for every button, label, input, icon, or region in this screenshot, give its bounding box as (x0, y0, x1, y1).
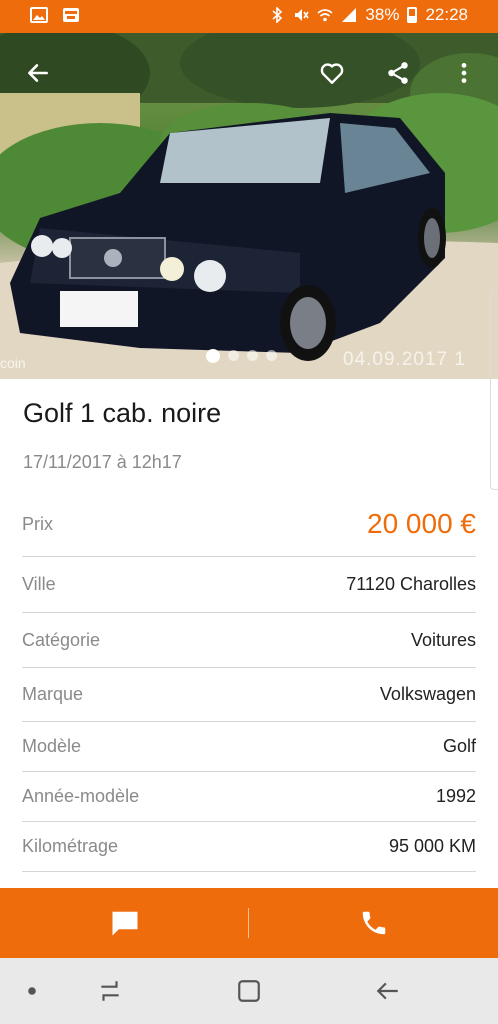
detail-row-brand: Marque Volkswagen (22, 668, 476, 722)
listing-details: Prix 20 000 € Ville 71120 Charolles Caté… (22, 492, 476, 872)
call-button[interactable] (249, 888, 498, 958)
pagination-dot[interactable] (266, 350, 277, 361)
detail-label: Prix (22, 513, 53, 534)
nav-back-button[interactable] (373, 976, 403, 1006)
status-bar: 38% 22:28 (0, 0, 498, 33)
mute-icon (295, 9, 310, 21)
photo-watermark: coin (0, 355, 26, 371)
message-button[interactable] (0, 888, 249, 958)
detail-row-year: Année-modèle 1992 (22, 772, 476, 822)
detail-label: Kilométrage (22, 836, 119, 856)
detail-row-model: Modèle Golf (22, 722, 476, 772)
listing-photo[interactable]: coin 04.09.2017 1 (0, 33, 498, 379)
recent-apps-icon (101, 981, 119, 1001)
detail-value: Volkswagen (379, 684, 476, 704)
scroll-indicator (490, 290, 498, 490)
image-icon (30, 7, 48, 23)
share-icon (388, 62, 408, 84)
home-icon (238, 980, 260, 1002)
listing-title: Golf 1 cab. noire (23, 398, 222, 428)
message-icon (112, 911, 137, 936)
home-button[interactable] (234, 976, 264, 1006)
detail-label: Modèle (22, 736, 82, 756)
pagination-dot[interactable] (247, 350, 258, 361)
photo-date-stamp: 04.09.2017 1 (343, 349, 466, 370)
phone-icon (362, 911, 385, 935)
signal-icon (342, 8, 357, 22)
detail-label: Année-modèle (22, 786, 140, 806)
nav-back-icon (376, 982, 398, 1000)
listing-date: 17/11/2017 à 12h17 (23, 452, 182, 472)
detail-label: Catégorie (22, 629, 101, 650)
status-left (30, 7, 80, 23)
favorite-button[interactable] (312, 53, 352, 93)
share-button[interactable] (378, 53, 418, 93)
detail-row-city: Ville 71120 Charolles (22, 557, 476, 613)
detail-row-price: Prix 20 000 € (22, 492, 476, 557)
nav-dot-icon (28, 987, 36, 995)
back-button[interactable] (18, 53, 58, 93)
photo-pagination[interactable] (206, 349, 277, 363)
detail-label: Marque (22, 684, 84, 704)
detail-value: 1992 (435, 786, 476, 806)
pagination-dot[interactable] (228, 350, 239, 361)
clock: 22:28 (425, 5, 468, 24)
more-vertical-icon (461, 63, 467, 83)
more-options-button[interactable] (444, 53, 484, 93)
nav-dot-button[interactable] (17, 976, 47, 1006)
status-right: 38% 22:28 (269, 5, 468, 25)
bfm-tv-icon (63, 8, 79, 22)
detail-value: 95 000 KM (388, 836, 476, 856)
bluetooth-icon (272, 7, 283, 23)
detail-row-mileage: Kilométrage 95 000 KM (22, 822, 476, 872)
wifi-icon (317, 9, 333, 22)
detail-row-category: Catégorie Voitures (22, 613, 476, 668)
pagination-dot[interactable] (206, 349, 220, 363)
detail-value: 71120 Charolles (346, 574, 476, 594)
detail-label: Ville (22, 574, 56, 594)
system-nav-bar (0, 958, 498, 1024)
detail-value: Voitures (410, 629, 476, 650)
battery-icon (407, 7, 418, 23)
heart-icon (320, 63, 344, 84)
car-photo (0, 33, 498, 379)
recent-apps-button[interactable] (95, 976, 125, 1006)
detail-value: Golf (442, 736, 476, 756)
price-value: 20 000 € (367, 508, 476, 539)
contact-action-bar (0, 888, 498, 958)
back-arrow-icon (28, 64, 48, 82)
battery-percent: 38% (365, 5, 400, 24)
